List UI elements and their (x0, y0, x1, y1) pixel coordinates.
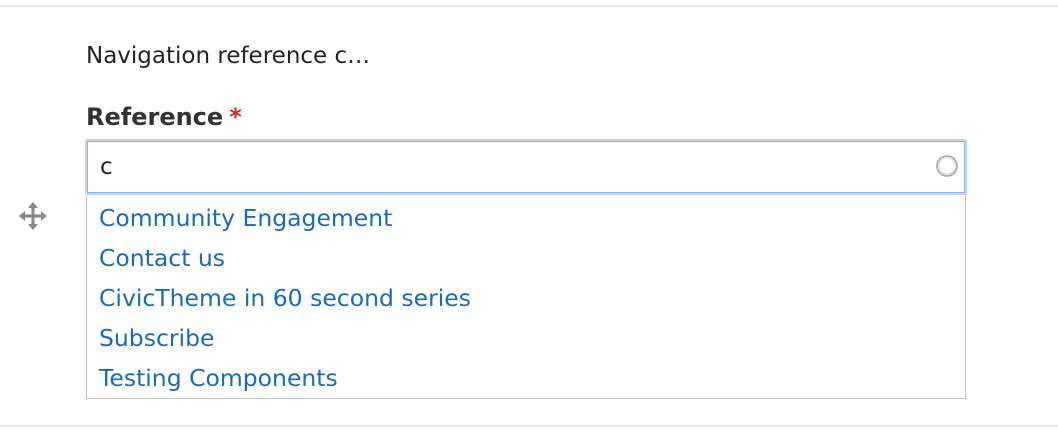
drag-handle-icon[interactable] (18, 201, 48, 231)
reference-label: Reference * (86, 100, 242, 134)
divider-top (0, 5, 1058, 7)
loading-circle-icon (935, 154, 959, 178)
reference-autocomplete-input[interactable] (85, 139, 967, 195)
suggestion-testing-components[interactable]: Testing Components (87, 358, 965, 398)
paragraph-summary: Navigation reference c… (86, 43, 371, 69)
autocomplete-suggestions: Community Engagement Contact us CivicThe… (86, 196, 966, 399)
reference-label-text: Reference (86, 103, 224, 131)
suggestion-civictheme-60-second-series[interactable]: CivicTheme in 60 second series (87, 278, 965, 318)
required-marker: * (229, 103, 242, 131)
suggestion-community-engagement[interactable]: Community Engagement (87, 198, 965, 238)
suggestion-subscribe[interactable]: Subscribe (87, 318, 965, 358)
suggestion-contact-us[interactable]: Contact us (87, 238, 965, 278)
paragraph-item: Navigation reference c… Reference* Commu… (0, 0, 1058, 442)
divider-bottom (0, 425, 1058, 427)
